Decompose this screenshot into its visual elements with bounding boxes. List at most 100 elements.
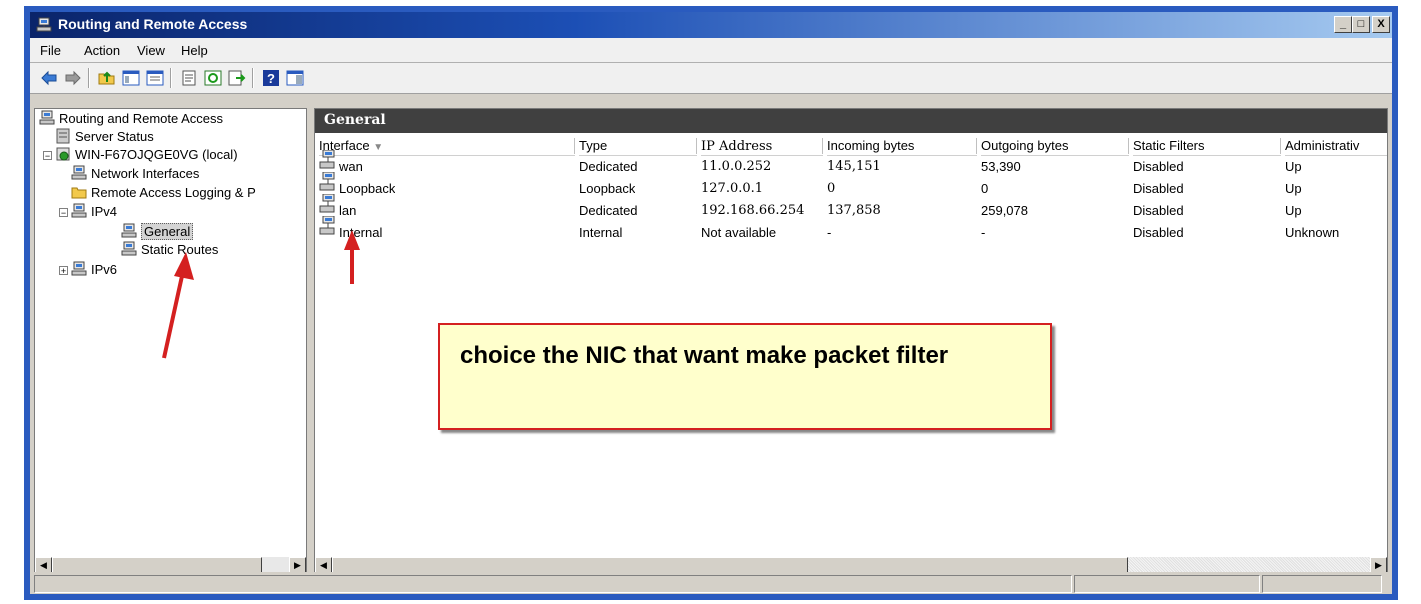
toolbar-separator [170, 68, 172, 88]
show-hide-tree-icon[interactable] [122, 69, 140, 87]
column-header-outgoing-bytes[interactable]: Outgoing bytes [981, 137, 1129, 156]
server-icon [56, 147, 70, 161]
tree-server[interactable]: WIN-F67OJQGE0VG (local) [55, 146, 238, 164]
table-row[interactable]: lan Dedicated 192.168.66.254 137,858 259… [315, 194, 1387, 222]
cell-admin: Up [1285, 203, 1302, 218]
column-header-type[interactable]: Type [579, 137, 697, 156]
show-action-pane-icon[interactable] [286, 69, 304, 87]
ipv6-icon [71, 261, 87, 276]
cell-outgoing: 259,078 [981, 203, 1028, 218]
toolbar-separator [252, 68, 254, 88]
tree-root[interactable]: Routing and Remote Access [39, 110, 223, 128]
help-icon[interactable]: ? [262, 69, 280, 87]
cell-ip: 11.0.0.252 [701, 159, 772, 174]
toolbar-separator [88, 68, 90, 88]
tree-network-interfaces[interactable]: Network Interfaces [71, 165, 199, 183]
cell-type: Dedicated [579, 203, 638, 218]
column-header-administrative[interactable]: Administrativ [1285, 137, 1387, 156]
cell-incoming: 0 [827, 181, 836, 196]
cell-outgoing: 53,390 [981, 159, 1021, 174]
red-arrow-icon [162, 252, 194, 359]
panel-header: General [315, 109, 1387, 133]
cell-admin: Up [1285, 159, 1302, 174]
annotation-callout: choice the NIC that want make packet fil… [438, 323, 1052, 430]
column-header-interface[interactable]: Interface ▼ [319, 137, 575, 156]
up-folder-icon[interactable] [98, 69, 116, 87]
table-row[interactable]: wan Dedicated 11.0.0.252 145,151 53,390 … [315, 150, 1387, 178]
column-header-ip-address[interactable]: IP Address [701, 137, 823, 156]
tree-label: WIN-F67OJQGE0VG (local) [75, 147, 238, 162]
minimize-button[interactable]: _ [1334, 16, 1352, 33]
menu-file[interactable]: File [40, 43, 61, 58]
cell-incoming: - [827, 225, 832, 240]
cell-interface: lan [339, 203, 357, 218]
menu-help[interactable]: Help [181, 43, 208, 58]
cell-outgoing: 0 [981, 181, 989, 196]
menu-view[interactable]: View [137, 43, 165, 58]
status-segment [34, 575, 1072, 593]
properties-icon[interactable] [180, 69, 198, 87]
rras-app-icon [36, 17, 52, 32]
cell-type: Internal [579, 225, 623, 240]
cell-type: Loopback [579, 181, 636, 196]
cell-ip: 192.168.66.254 [701, 203, 805, 218]
network-interface-icon [319, 150, 335, 169]
tree-label: Remote Access Logging & P [91, 185, 256, 200]
column-label: Administrativ [1285, 138, 1360, 153]
cell-outgoing: - [981, 225, 986, 240]
cell-static-filters: Disabled [1133, 159, 1184, 174]
tree-label: IPv6 [91, 262, 118, 277]
network-interface-icon [319, 216, 335, 235]
cell-incoming: 137,858 [827, 203, 881, 218]
cell-incoming: 145,151 [827, 159, 881, 174]
column-header-static-filters[interactable]: Static Filters [1133, 137, 1281, 156]
tree-label: Routing and Remote Access [59, 111, 224, 126]
maximize-button[interactable]: □ [1352, 16, 1370, 33]
cell-static-filters: Disabled [1133, 225, 1184, 240]
folder-icon [71, 187, 87, 199]
export-icon[interactable] [228, 69, 246, 87]
rras-icon [39, 110, 55, 125]
cell-ip: 127.0.0.1 [701, 181, 764, 196]
back-arrow-icon[interactable] [40, 69, 58, 87]
table-row[interactable]: Internal Internal Not available - - Disa… [315, 216, 1387, 244]
tree-server-status[interactable]: Server Status [55, 128, 154, 146]
column-label: Type [579, 138, 608, 153]
tree-ipv6[interactable]: IPv6 [71, 261, 117, 279]
refresh-icon[interactable] [204, 69, 222, 87]
column-header-incoming-bytes[interactable]: Incoming bytes [827, 137, 977, 156]
tree-label: IPv4 [91, 204, 118, 219]
title-bar[interactable]: Routing and Remote Access _ □ X [30, 12, 1392, 38]
close-button[interactable]: X [1372, 16, 1390, 33]
window-title: Routing and Remote Access [58, 16, 248, 32]
tree-label: General [141, 223, 194, 240]
collapse-server-icon[interactable]: − [43, 151, 52, 161]
column-label: Static Filters [1133, 138, 1205, 153]
static-routes-icon [121, 241, 137, 256]
tree-remote-access-logging[interactable]: Remote Access Logging & P [71, 184, 256, 202]
general-icon [121, 223, 137, 238]
panel-title: General [324, 112, 386, 128]
network-interface-icon [319, 172, 335, 191]
tree-label: Server Status [75, 129, 154, 144]
client-area: File Action View Help ? Routing and Remo… [30, 38, 1392, 594]
menu-bar: File Action View Help [30, 38, 1392, 63]
expand-ipv6-icon[interactable]: + [59, 266, 68, 276]
tree-ipv4[interactable]: IPv4 [71, 203, 117, 221]
red-arrow-icon [344, 230, 360, 284]
server-status-icon [56, 128, 70, 144]
menu-action[interactable]: Action [84, 43, 120, 58]
status-segment [1074, 575, 1260, 593]
tree-general[interactable]: General [121, 223, 194, 241]
network-interfaces-icon [71, 165, 87, 180]
svg-text:?: ? [267, 71, 275, 86]
forward-arrow-icon[interactable] [64, 69, 82, 87]
collapse-ipv4-icon[interactable]: − [59, 208, 68, 218]
tree-label: Network Interfaces [91, 166, 200, 181]
cell-static-filters: Disabled [1133, 203, 1184, 218]
status-bar [30, 572, 1392, 594]
ipv4-icon [71, 203, 87, 218]
show-tree-icon[interactable] [146, 69, 164, 87]
callout-text: choice the NIC that want make packet fil… [460, 342, 949, 369]
table-row[interactable]: Loopback Loopback 127.0.0.1 0 0 Disabled… [315, 172, 1387, 200]
